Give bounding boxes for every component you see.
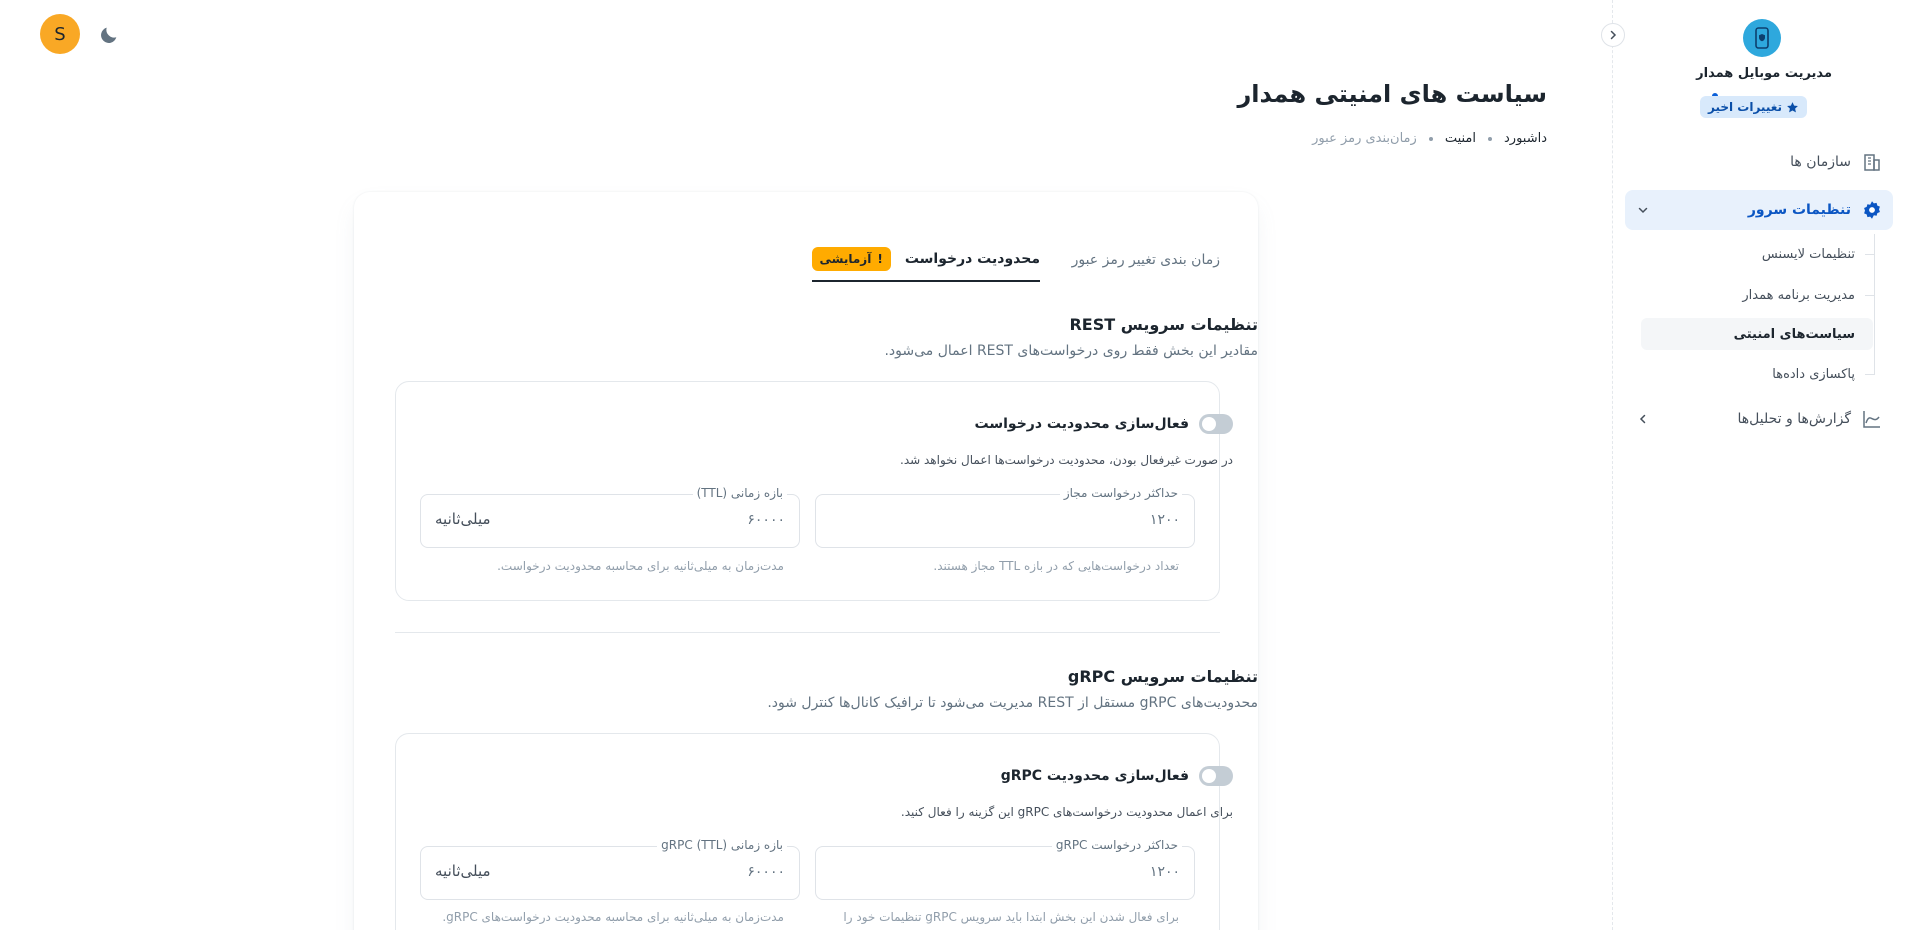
grpc-max-requests-helper: برای فعال شدن این بخش ابتدا باید سرویس g… — [843, 910, 1179, 924]
breadcrumb-security[interactable]: امنیت — [1445, 131, 1476, 146]
field-label: حداکثر درخواست مجاز — [1059, 486, 1182, 500]
mobile-shield-icon — [1755, 27, 1769, 49]
tab-label: زمان بندی تغییر رمز عبور — [1071, 252, 1220, 268]
sidebar-item-label: گزارش‌ها و تحلیل‌ها — [1737, 411, 1851, 427]
sidebar-item-label: تنظیمات سرور — [1747, 202, 1851, 218]
field-unit: میلی‌ثانیه — [435, 862, 491, 880]
building-icon — [1861, 151, 1883, 173]
chart-line-icon — [1861, 408, 1883, 430]
sidebar-item-server-settings[interactable]: تنظیمات سرور — [1625, 190, 1893, 230]
rest-max-requests-helper: تعداد درخواست‌هایی که در بازه TTL مجاز ه… — [933, 559, 1179, 573]
section-divider — [395, 632, 1220, 633]
app-logo[interactable] — [1743, 19, 1781, 57]
grpc-settings-box — [395, 733, 1220, 930]
rest-section-description: مقادیر این بخش فقط روی درخواست‌های REST … — [884, 343, 1258, 359]
sidebar-subitem-label: پاکسازی داده‌ها — [1772, 366, 1855, 382]
rest-toggle-row: فعال‌سازی محدودیت درخواست — [975, 414, 1233, 434]
chevron-down-icon — [1635, 202, 1651, 218]
sidebar-subitem-license[interactable]: تنظیمات لایسنس — [1752, 238, 1865, 270]
grpc-ttl-helper: مدت‌زمان به میلی‌ثانیه برای محاسبه محدود… — [442, 910, 784, 924]
sidebar-item-organizations[interactable]: سازمان ها — [1625, 142, 1893, 182]
grpc-section-description: محدودیت‌های gRPC مستقل از REST مدیریت می… — [767, 695, 1258, 711]
app-title: مدیریت موبایل همدار — [1696, 66, 1832, 81]
field-value: ۱۲۰۰ — [1149, 512, 1180, 528]
rest-rate-limit-switch[interactable] — [1199, 414, 1233, 434]
submenu-tick — [1865, 295, 1875, 296]
sidebar-subitem-data-wipe[interactable]: پاکسازی داده‌ها — [1762, 358, 1865, 390]
grpc-toggle-row: فعال‌سازی محدودیت gRPC — [1001, 766, 1233, 786]
tabs: زمان بندی تغییر رمز عبور محدودیت درخواست… — [811, 238, 1220, 282]
rest-toggle-helper: در صورت غیرفعال بودن، محدودیت درخواست‌ها… — [900, 453, 1233, 467]
breadcrumb: داشبورد امنیت زمان‌بندی رمز عبور — [1312, 131, 1547, 146]
recent-changes-badge[interactable]: تغییرات اخیر — [1699, 96, 1807, 118]
sidebar: مدیریت موبایل همدار تغییرات اخیر سازمان … — [1601, 0, 1905, 930]
warning-icon: ! — [877, 252, 883, 266]
sidebar-item-label: سازمان ها — [1790, 154, 1851, 170]
page-title: سیاست های امنیتی همدار — [1237, 80, 1547, 108]
star-icon — [1787, 101, 1798, 112]
field-label: بازه زمانی (TTL) gRPC — [657, 838, 787, 852]
submenu-tick — [1865, 254, 1875, 255]
field-unit: میلی‌ثانیه — [435, 510, 491, 528]
rest-ttl-field[interactable]: بازه زمانی (TTL) ۶۰۰۰۰ میلی‌ثانیه — [420, 486, 800, 548]
field-value: ۱۲۰۰ — [1149, 864, 1180, 880]
sidebar-subitem-label: مدیریت برنامه همدار — [1742, 287, 1855, 303]
submenu-tick — [1865, 374, 1875, 375]
rest-ttl-helper: مدت‌زمان به میلی‌ثانیه برای محاسبه محدود… — [497, 559, 784, 573]
sidebar-subitem-app-management[interactable]: مدیریت برنامه همدار — [1732, 279, 1865, 311]
grpc-toggle-label: فعال‌سازی محدودیت gRPC — [1000, 768, 1189, 784]
rest-section-title: تنظیمات سرویس REST — [1069, 315, 1258, 334]
sidebar-subitem-label: سیاست‌های امنیتی — [1733, 326, 1855, 342]
grpc-toggle-helper: برای اعمال محدودیت درخواست‌های gRPC این … — [900, 805, 1233, 819]
breadcrumb-dashboard[interactable]: داشبورد — [1504, 131, 1547, 146]
sidebar-item-reports[interactable]: گزارش‌ها و تحلیل‌ها — [1625, 399, 1893, 439]
chevron-right-icon — [1610, 30, 1617, 40]
field-label: حداکثر درخواست gRPC — [1051, 838, 1182, 852]
grpc-max-requests-field[interactable]: حداکثر درخواست gRPC ۱۲۰۰ — [815, 838, 1195, 900]
gear-icon — [1861, 199, 1883, 221]
recent-changes-label: تغییرات اخیر — [1707, 100, 1782, 114]
sidebar-subitem-label: تنظیمات لایسنس — [1761, 246, 1855, 262]
rest-max-requests-field[interactable]: حداکثر درخواست مجاز ۱۲۰۰ — [815, 486, 1195, 548]
field-value: ۶۰۰۰۰ — [747, 864, 785, 880]
breadcrumb-current: زمان‌بندی رمز عبور — [1312, 131, 1417, 146]
field-value: ۶۰۰۰۰ — [747, 512, 785, 528]
breadcrumb-separator — [1428, 136, 1433, 141]
field-label: بازه زمانی (TTL) — [692, 486, 787, 500]
tab-label: محدودیت درخواست — [904, 251, 1040, 267]
beta-label: آزمایشی — [819, 252, 872, 266]
tab-rate-limit[interactable]: محدودیت درخواست ! آزمایشی — [811, 238, 1040, 282]
beta-badge: ! آزمایشی — [811, 247, 891, 271]
collapse-sidebar-button[interactable] — [1601, 23, 1625, 47]
rest-toggle-label: فعال‌سازی محدودیت درخواست — [974, 416, 1189, 432]
submenu-line — [1874, 234, 1875, 374]
chevron-left-icon — [1635, 411, 1651, 427]
grpc-ttl-field[interactable]: بازه زمانی (TTL) gRPC ۶۰۰۰۰ میلی‌ثانیه — [420, 838, 800, 900]
grpc-section-title: تنظیمات سرویس gRPC — [1067, 667, 1258, 686]
breadcrumb-separator — [1488, 136, 1492, 141]
moon-icon — [101, 27, 117, 43]
theme-toggle-button[interactable] — [96, 22, 122, 48]
grpc-rate-limit-switch[interactable] — [1199, 766, 1233, 786]
user-avatar[interactable]: S — [40, 14, 80, 54]
tab-password-schedule[interactable]: زمان بندی تغییر رمز عبور — [1072, 238, 1220, 282]
sidebar-subitem-security-policies[interactable]: سیاست‌های امنیتی — [1641, 318, 1873, 350]
